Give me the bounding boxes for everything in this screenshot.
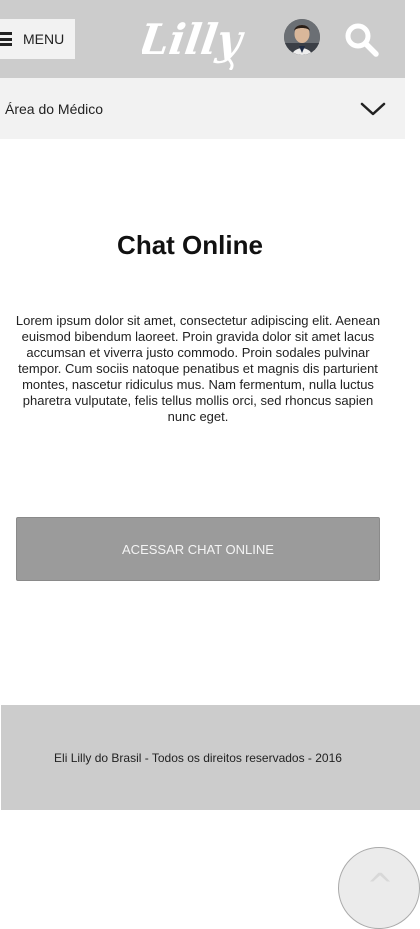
menu-button[interactable]: MENU (0, 19, 75, 59)
access-chat-button[interactable]: ACESSAR CHAT ONLINE (16, 517, 380, 581)
search-icon[interactable] (344, 22, 380, 58)
footer-copyright: Eli Lilly do Brasil - Todos os direitos … (54, 750, 342, 765)
page: MENU Lilly Área do Médico Chat Online Lo… (0, 0, 420, 929)
back-to-top-button[interactable]: ^ (338, 847, 420, 929)
hamburger-icon (0, 32, 12, 46)
user-avatar[interactable] (284, 19, 320, 55)
caret-up-icon: ^ (366, 866, 394, 904)
lilly-logo[interactable]: Lilly (142, 10, 250, 70)
logo-text: Lilly (142, 14, 248, 64)
area-selector[interactable]: Área do Médico (0, 78, 405, 139)
footer: Eli Lilly do Brasil - Todos os direitos … (1, 705, 420, 810)
page-title: Chat Online (117, 230, 263, 260)
body-text: Lorem ipsum dolor sit amet, consectetur … (15, 313, 381, 424)
area-selector-label: Área do Médico (5, 101, 104, 117)
menu-label: MENU (23, 31, 65, 47)
top-header: MENU Lilly (0, 0, 405, 78)
chevron-down-icon (360, 102, 386, 116)
